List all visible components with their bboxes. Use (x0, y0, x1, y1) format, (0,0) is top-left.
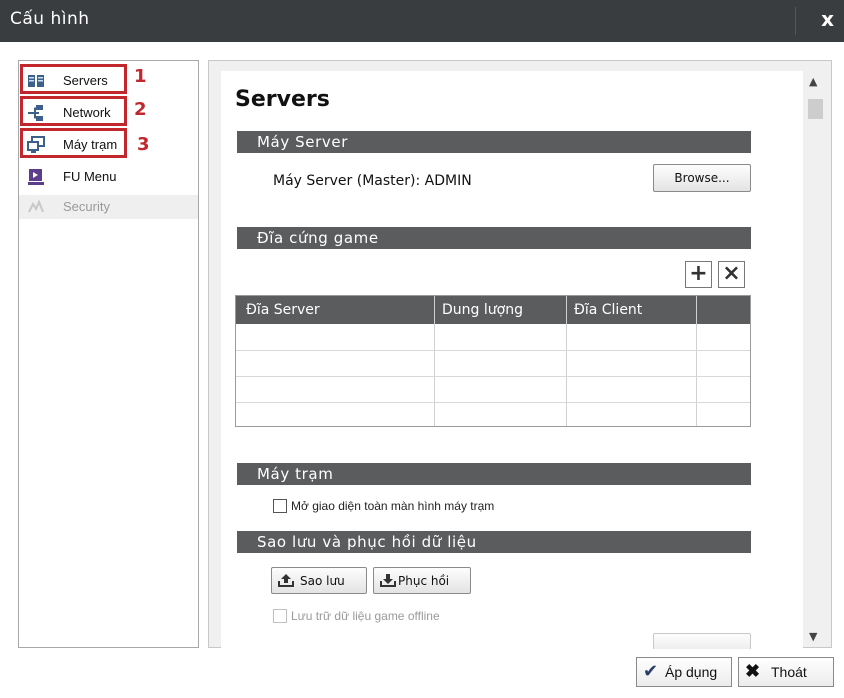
partial-hidden-button (653, 633, 751, 649)
row-divider (236, 350, 750, 351)
close-icon[interactable]: x (821, 7, 834, 31)
backup-label: Sao lưu (300, 574, 345, 588)
window-title: Cấu hình (10, 9, 90, 29)
vertical-scrollbar[interactable]: ▲ ▼ (805, 75, 825, 643)
annotation-number: 3 (137, 134, 150, 155)
table-header: Đĩa Server Dung lượng Đĩa Client (236, 296, 750, 324)
column-header[interactable]: Dung lượng (442, 302, 523, 318)
scroll-up-icon[interactable]: ▲ (809, 75, 817, 88)
backup-button[interactable]: Sao lưu (271, 567, 367, 594)
annotation-box-network (20, 96, 127, 126)
checkmark-icon: ✔ (643, 661, 659, 681)
title-separator (795, 7, 796, 35)
page-title: Servers (235, 87, 330, 112)
annotation-number: 2 (134, 99, 147, 120)
sidebar-item-label: Security (63, 199, 110, 214)
close-icon: ✖ (745, 661, 761, 681)
column-divider (566, 296, 567, 426)
add-disk-button[interactable]: + (685, 261, 712, 288)
section-header-server: Máy Server (237, 131, 751, 153)
apply-button[interactable]: ✔ Áp dụng (636, 657, 732, 687)
apply-label: Áp dụng (665, 664, 718, 680)
annotation-box-workstation (20, 128, 127, 158)
section-header-disk: Đĩa cứng game (237, 227, 751, 249)
section-header-workstation: Máy trạm (237, 463, 751, 485)
master-server-text: Máy Server (Master): ADMIN (273, 173, 472, 189)
sidebar-item-label: FU Menu (63, 169, 117, 184)
remove-disk-button[interactable]: × (718, 261, 745, 288)
fu-menu-icon (28, 169, 44, 185)
disk-table: Đĩa Server Dung lượng Đĩa Client (235, 295, 751, 427)
annotation-box-servers (20, 64, 127, 94)
download-icon (380, 574, 396, 587)
exit-button[interactable]: ✖ Thoát (738, 657, 834, 687)
column-header[interactable]: Đĩa Client (574, 302, 642, 318)
main-panel: Servers Máy Server Máy Server (Master): … (208, 60, 832, 649)
fullscreen-checkbox-label: Mở giao diện toàn màn hình máy trạm (291, 499, 495, 513)
row-divider (236, 376, 750, 377)
title-bar: Cấu hình x (0, 0, 844, 42)
browse-button[interactable]: Browse... (653, 164, 751, 192)
section-header-backup: Sao lưu và phục hồi dữ liệu (237, 531, 751, 553)
sidebar-item-security[interactable]: Security (19, 195, 198, 219)
row-divider (236, 402, 750, 403)
offline-storage-label: Lưu trữ dữ liệu game offline (291, 609, 440, 623)
restore-button[interactable]: Phục hồi (373, 567, 471, 594)
security-icon (28, 199, 44, 213)
restore-label: Phục hồi (398, 574, 450, 588)
exit-label: Thoát (771, 664, 807, 680)
offline-storage-checkbox[interactable] (273, 609, 287, 623)
scroll-down-icon[interactable]: ▼ (809, 630, 817, 643)
column-divider (696, 296, 697, 426)
content-area: Servers Máy Server Máy Server (Master): … (221, 71, 803, 649)
annotation-number: 1 (134, 66, 147, 87)
fullscreen-checkbox[interactable] (273, 499, 287, 513)
sidebar-item-fu-menu[interactable]: FU Menu (23, 165, 195, 189)
column-header[interactable]: Đĩa Server (246, 302, 320, 318)
scroll-thumb[interactable] (808, 99, 823, 119)
column-divider (434, 296, 435, 426)
upload-icon (278, 574, 294, 587)
